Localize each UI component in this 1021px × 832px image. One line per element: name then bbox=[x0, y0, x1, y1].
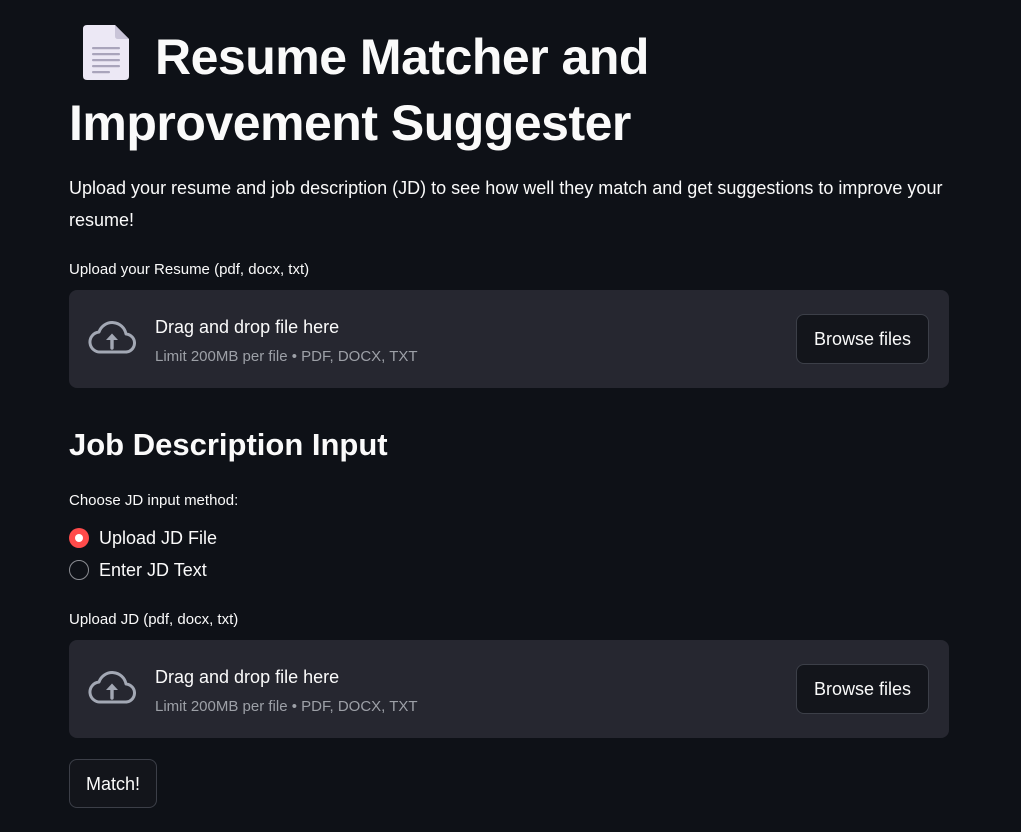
document-icon bbox=[83, 25, 129, 80]
cloud-upload-icon bbox=[88, 321, 136, 355]
jd-browse-button[interactable]: Browse files bbox=[796, 664, 929, 714]
page-title: Resume Matcher and Improvement Suggester bbox=[69, 24, 949, 156]
radio-button-unselected[interactable] bbox=[69, 560, 89, 580]
radio-label: Upload JD File bbox=[99, 528, 218, 548]
page-title-text: Resume Matcher and Improvement Suggester bbox=[69, 29, 649, 151]
resume-browse-button[interactable]: Browse files bbox=[796, 314, 929, 364]
jd-dropzone-title: Drag and drop file here bbox=[155, 667, 340, 687]
cloud-upload-icon bbox=[88, 671, 136, 705]
radio-label: Enter JD Text bbox=[99, 560, 207, 580]
jd-dropzone-limit: Limit 200MB per file • PDF, DOCX, TXT bbox=[155, 698, 418, 715]
radio-upload-jd-file[interactable]: Upload JD File bbox=[69, 525, 217, 551]
radio-enter-jd-text[interactable]: Enter JD Text bbox=[69, 557, 207, 583]
jd-upload-label: Upload JD (pdf, docx, txt) bbox=[69, 611, 239, 628]
resume-dropzone[interactable]: Drag and drop file here Limit 200MB per … bbox=[69, 290, 949, 388]
jd-subheader: Job Description Input bbox=[69, 427, 388, 462]
jd-method-label: Choose JD input method: bbox=[69, 492, 239, 509]
intro-text: Upload your resume and job description (… bbox=[69, 178, 943, 230]
jd-dropzone[interactable]: Drag and drop file here Limit 200MB per … bbox=[69, 640, 949, 738]
resume-dropzone-limit: Limit 200MB per file • PDF, DOCX, TXT bbox=[155, 348, 418, 365]
resume-upload-label: Upload your Resume (pdf, docx, txt) bbox=[69, 261, 310, 278]
resume-dropzone-title: Drag and drop file here bbox=[155, 317, 340, 337]
match-button[interactable]: Match! bbox=[69, 759, 157, 808]
radio-button-selected[interactable] bbox=[69, 528, 89, 548]
